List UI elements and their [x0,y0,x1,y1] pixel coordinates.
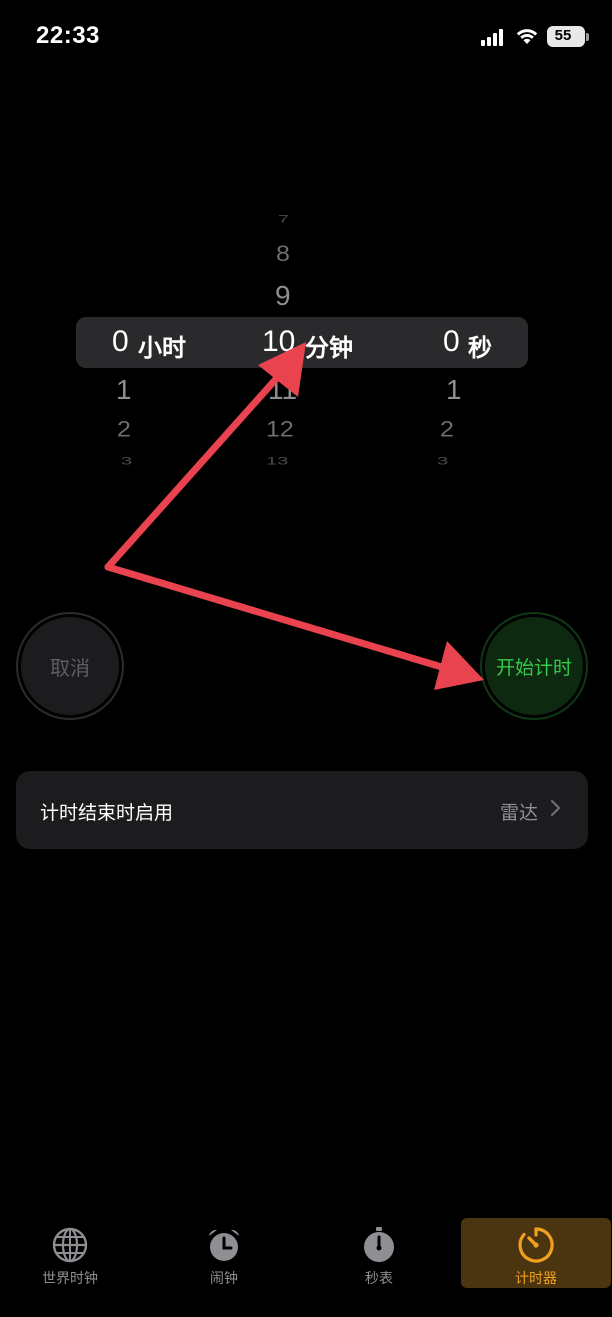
clock-app-timer-screen: 22:33 55 0 小时 1 2 3 7 8 9 10 分钟 11 12 13… [0,0,612,1317]
start-button-label: 开始计时 [485,617,583,715]
hours-option[interactable]: 2 [117,416,131,442]
wifi-icon [516,29,538,44]
minutes-unit-label: 分钟 [305,334,353,362]
seconds-unit-label: 秒 [468,334,492,362]
cancel-button-label: 取消 [21,617,119,715]
stopwatch-icon [364,1227,394,1262]
tab-label: 计时器 [515,1271,557,1287]
seconds-option[interactable]: 2 [440,416,454,442]
status-bar: 22:33 55 [0,0,612,74]
when-timer-ends-label: 计时结束时启用 [40,802,174,824]
tab-label: 秒表 [365,1271,393,1287]
hours-unit-label: 小时 [138,334,186,362]
tab-alarm[interactable]: 闹钟 [149,1218,299,1288]
minutes-option[interactable]: 8 [276,241,290,267]
hours-option[interactable]: 3 [121,455,132,468]
seconds-wheel[interactable]: 0 秒 1 2 3 [420,200,520,480]
minutes-option[interactable]: 7 [278,213,289,226]
tab-timer[interactable]: 计时器 [461,1218,611,1288]
minutes-wheel[interactable]: 7 8 9 10 分钟 11 12 13 [240,200,380,480]
ringtone-value: 雷达 [499,802,538,824]
arrow-to-start-icon [104,563,484,690]
tab-world-clock[interactable]: 世界时钟 [0,1218,145,1288]
status-time: 22:33 [36,22,100,49]
minutes-selected: 10 [262,325,296,358]
seconds-selected: 0 [443,325,460,358]
minutes-option[interactable]: 11 [268,374,297,406]
tab-label: 世界时钟 [42,1271,98,1287]
globe-icon [52,1227,88,1263]
start-timer-button[interactable]: 开始计时 [480,612,588,720]
minutes-option[interactable]: 12 [266,416,294,442]
timer-duration-picker[interactable]: 0 小时 1 2 3 7 8 9 10 分钟 11 12 13 0 秒 1 2 … [0,200,612,480]
when-timer-ends-row[interactable]: 计时结束时启用 雷达 [16,771,588,849]
alarm-clock-icon [209,1229,239,1261]
battery-tip [586,33,589,41]
timer-icon [518,1227,554,1263]
cancel-button[interactable]: 取消 [16,612,124,720]
minutes-option[interactable]: 13 [266,455,288,468]
tab-label: 闹钟 [210,1271,238,1287]
tab-bar: 世界时钟 闹钟 秒表 计时器 [0,1218,612,1290]
minutes-option[interactable]: 9 [275,280,291,312]
chevron-right-icon [550,799,561,817]
seconds-option[interactable]: 1 [446,374,462,406]
tab-stopwatch[interactable]: 秒表 [304,1218,454,1288]
hours-wheel[interactable]: 0 小时 1 2 3 [90,200,210,480]
signal-icon [481,28,505,46]
battery-level: 55 [554,27,572,44]
seconds-option[interactable]: 3 [437,455,448,468]
hours-option[interactable]: 1 [116,374,132,406]
battery-icon: 55 [547,26,585,47]
hours-selected: 0 [112,325,129,358]
